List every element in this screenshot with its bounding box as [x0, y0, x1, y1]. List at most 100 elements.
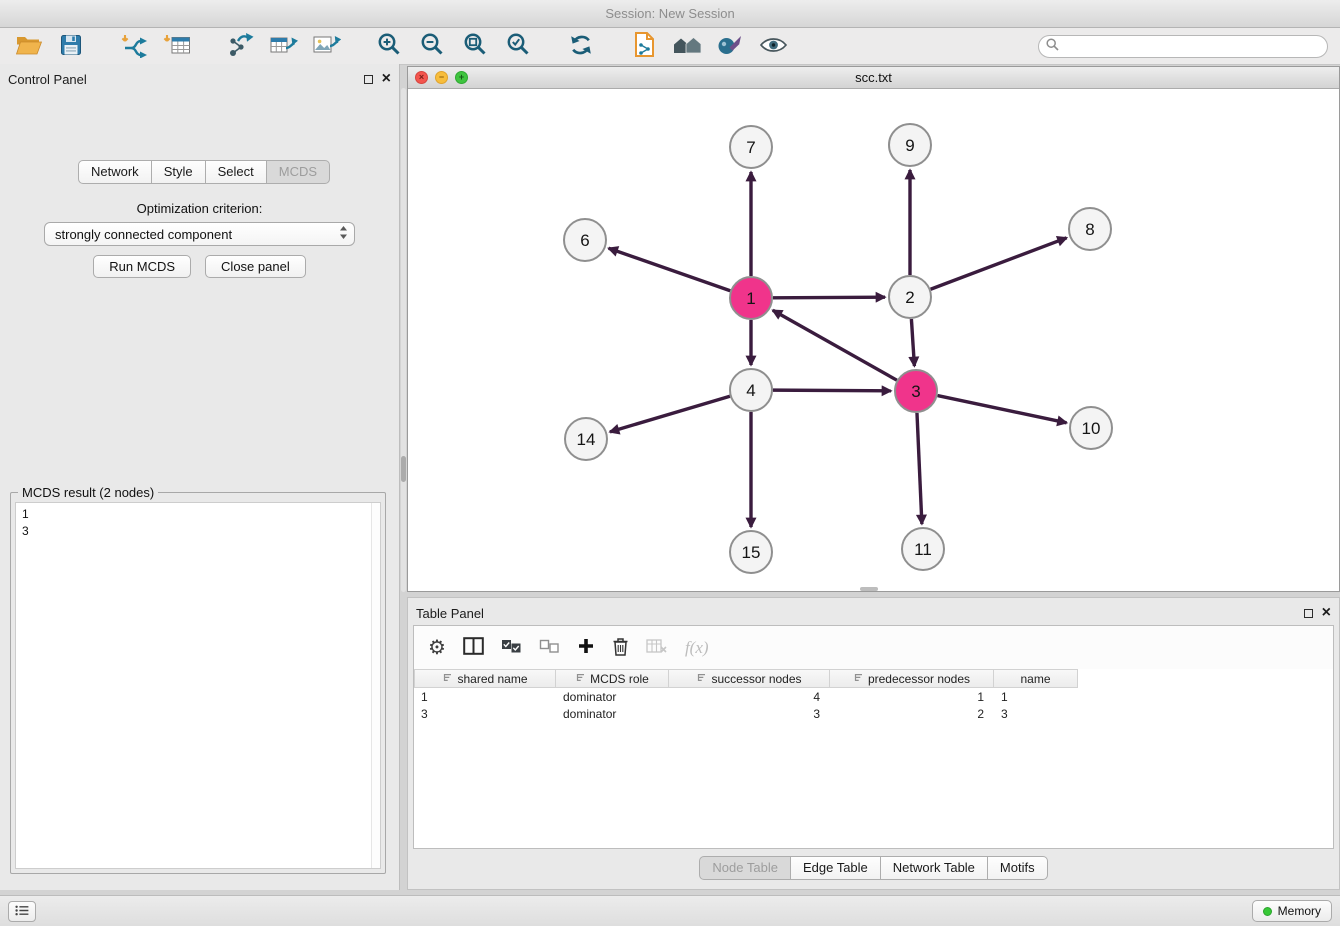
edge-3-10[interactable] [938, 396, 1067, 423]
edge-3-11[interactable] [917, 413, 922, 524]
refresh-button[interactable] [565, 31, 597, 61]
edge-2-3[interactable] [911, 319, 914, 366]
close-table-panel-icon[interactable]: × [1322, 605, 1331, 621]
result-scrollbar[interactable] [371, 503, 380, 868]
float-table-panel-icon[interactable] [1304, 609, 1313, 618]
edge-3-1[interactable] [773, 310, 897, 380]
column-header-shared-name[interactable]: shared name [414, 669, 556, 688]
zoom-in-button[interactable] [373, 31, 405, 61]
open-folder-icon [15, 33, 42, 59]
tab-network[interactable]: Network [78, 160, 152, 184]
import-table-button[interactable] [161, 31, 193, 61]
edge-4-14[interactable] [610, 396, 730, 432]
cell-name[interactable]: 3 [994, 705, 1078, 722]
close-panel-button[interactable]: Close panel [205, 255, 306, 278]
delete-table-button[interactable] [646, 633, 668, 663]
style-brush-icon [717, 33, 743, 60]
edge-4-3[interactable] [773, 390, 891, 391]
network-window-titlebar[interactable]: × − + scc.txt [408, 67, 1339, 89]
cell-name[interactable]: 1 [994, 688, 1078, 705]
cell-mcds-role[interactable]: dominator [556, 705, 669, 722]
unselect-all-columns-button[interactable] [539, 633, 560, 663]
network-file-button[interactable] [628, 31, 660, 61]
svg-text:10: 10 [1082, 419, 1101, 438]
cell-shared-name[interactable]: 1 [414, 688, 556, 705]
cell-predecessor-nodes[interactable]: 1 [830, 688, 994, 705]
control-panel: Control Panel × Network Style Select MCD… [0, 64, 400, 890]
node-9[interactable]: 9 [889, 124, 931, 166]
column-header-mcds-role[interactable]: MCDS role [556, 669, 669, 688]
node-4[interactable]: 4 [730, 369, 772, 411]
tab-select[interactable]: Select [205, 160, 267, 184]
svg-text:3: 3 [911, 382, 920, 401]
tab-network-table[interactable]: Network Table [880, 856, 988, 880]
column-header-name[interactable]: name [994, 669, 1078, 688]
delete-column-button[interactable] [612, 633, 629, 663]
import-network-button[interactable] [118, 31, 150, 61]
run-mcds-button[interactable]: Run MCDS [93, 255, 191, 278]
tab-mcds[interactable]: MCDS [266, 160, 330, 184]
search-input[interactable] [1064, 39, 1320, 54]
node-8[interactable]: 8 [1069, 208, 1111, 250]
node-10[interactable]: 10 [1070, 407, 1112, 449]
open-file-button[interactable] [12, 31, 44, 61]
node-3[interactable]: 3 [895, 370, 937, 412]
tab-node-table[interactable]: Node Table [699, 856, 791, 880]
column-header-successor-nodes[interactable]: successor nodes [669, 669, 830, 688]
select-all-columns-button[interactable] [501, 633, 522, 663]
split-columns-button[interactable] [463, 633, 484, 663]
cell-successor-nodes[interactable]: 3 [669, 705, 830, 722]
node-2[interactable]: 2 [889, 276, 931, 318]
tab-style[interactable]: Style [151, 160, 206, 184]
node-14[interactable]: 14 [565, 418, 607, 460]
close-panel-icon[interactable]: × [382, 71, 391, 87]
home-button[interactable] [671, 31, 703, 61]
mcds-result-list[interactable]: 1 3 [15, 502, 381, 869]
memory-button[interactable]: Memory [1252, 900, 1332, 922]
column-header-predecessor-nodes[interactable]: predecessor nodes [830, 669, 994, 688]
float-panel-icon[interactable] [364, 75, 373, 84]
node-1[interactable]: 1 [730, 277, 772, 319]
zoom-selected-button[interactable] [502, 31, 534, 61]
edge-2-8[interactable] [931, 238, 1067, 289]
edge-1-6[interactable] [609, 248, 731, 290]
save-session-button[interactable] [55, 31, 87, 61]
edge-1-2[interactable] [773, 297, 885, 298]
cell-mcds-role[interactable]: dominator [556, 688, 669, 705]
cell-predecessor-nodes[interactable]: 2 [830, 705, 994, 722]
style-brush-button[interactable] [714, 31, 746, 61]
optimization-dropdown[interactable]: strongly connected component [44, 222, 355, 246]
node-6[interactable]: 6 [564, 219, 606, 261]
show-hide-button[interactable] [757, 31, 789, 61]
maximize-window-button[interactable]: + [455, 71, 468, 84]
cell-successor-nodes[interactable]: 4 [669, 688, 830, 705]
network-canvas[interactable]: 7 9 6 8 1 2 4 3 14 10 15 11 [408, 89, 1339, 591]
node-11[interactable]: 11 [902, 528, 944, 570]
task-history-button[interactable] [8, 901, 36, 922]
table-settings-button[interactable]: ⚙ [428, 633, 446, 663]
export-network-button[interactable] [224, 31, 256, 61]
tab-edge-table[interactable]: Edge Table [790, 856, 881, 880]
zoom-out-button[interactable] [416, 31, 448, 61]
horizontal-scrollbar-handle[interactable] [860, 587, 878, 591]
tab-motifs[interactable]: Motifs [987, 856, 1048, 880]
window-titlebar: Session: New Session [0, 0, 1340, 28]
function-builder-button[interactable]: f(x) [685, 633, 709, 663]
export-image-button[interactable] [310, 31, 342, 61]
node-7[interactable]: 7 [730, 126, 772, 168]
minimize-window-button[interactable]: − [435, 71, 448, 84]
add-column-button[interactable] [577, 633, 595, 663]
table-row[interactable]: 3 dominator 3 2 3 [414, 705, 1333, 722]
export-table-button[interactable] [267, 31, 299, 61]
vertical-scrollbar[interactable] [401, 88, 406, 592]
vertical-scrollbar-handle[interactable] [401, 456, 406, 482]
node-15[interactable]: 15 [730, 531, 772, 573]
zoom-fit-button[interactable] [459, 31, 491, 61]
search-field[interactable] [1038, 35, 1328, 58]
network-graph[interactable]: 7 9 6 8 1 2 4 3 14 10 15 11 [408, 89, 1339, 591]
close-window-button[interactable]: × [415, 71, 428, 84]
cell-shared-name[interactable]: 3 [414, 705, 556, 722]
sort-icon [853, 672, 864, 686]
svg-text:4: 4 [746, 381, 755, 400]
table-row[interactable]: 1 dominator 4 1 1 [414, 688, 1333, 705]
